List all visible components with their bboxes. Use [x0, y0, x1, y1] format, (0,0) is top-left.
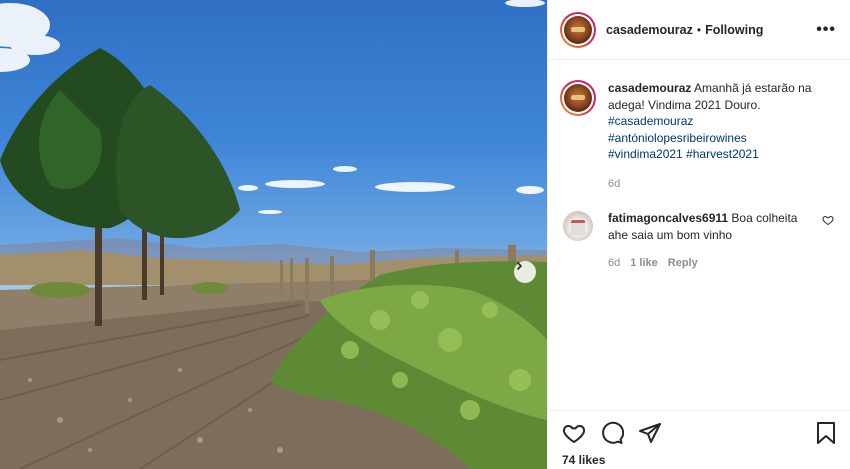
comment-item: fatimagoncalves6911 Boa colheita ahe sai…: [560, 210, 836, 272]
commenter-avatar[interactable]: [563, 211, 593, 241]
comment-timestamp[interactable]: 6d: [608, 255, 620, 272]
comments-section: casademouraz Amanhã já estarão na adega!…: [548, 60, 850, 272]
next-photo-button[interactable]: [514, 261, 536, 283]
caption: casademouraz Amanhã já estarão na adega!…: [560, 80, 836, 192]
heart-icon[interactable]: [562, 421, 586, 445]
more-horizontal-icon[interactable]: •••: [816, 21, 836, 39]
post-header: casademouraz • Following •••: [548, 0, 850, 60]
paper-plane-icon[interactable]: [638, 421, 662, 445]
hashtag-link[interactable]: #harvest2021: [686, 147, 759, 161]
hashtag-link[interactable]: #vindima2021: [608, 147, 683, 161]
comment-like-heart-icon[interactable]: [822, 214, 834, 229]
author-avatar[interactable]: [560, 11, 596, 48]
following-button[interactable]: Following: [705, 23, 763, 37]
reply-button[interactable]: Reply: [668, 255, 698, 272]
post-side-panel: casademouraz • Following ••• casademoura…: [547, 0, 850, 469]
author-username[interactable]: casademouraz: [606, 23, 693, 37]
caption-avatar[interactable]: [560, 80, 596, 116]
vineyard-photo: [0, 0, 547, 469]
comment-likes[interactable]: 1 like: [630, 255, 658, 272]
separator-dot: •: [696, 22, 702, 37]
bookmark-icon[interactable]: [815, 421, 837, 445]
post-actions: 74 likes: [548, 410, 850, 469]
caption-username[interactable]: casademouraz: [608, 81, 691, 95]
likes-count[interactable]: 74 likes: [562, 453, 837, 467]
caption-timestamp[interactable]: 6d: [608, 176, 828, 193]
comment-icon[interactable]: [600, 421, 624, 445]
commenter-username[interactable]: fatimagoncalves6911: [608, 211, 728, 225]
post-photo[interactable]: [0, 0, 547, 469]
hashtag-link[interactable]: #casademouraz: [608, 114, 693, 128]
hashtag-link[interactable]: #antóniolopesribeirowines: [608, 131, 747, 145]
